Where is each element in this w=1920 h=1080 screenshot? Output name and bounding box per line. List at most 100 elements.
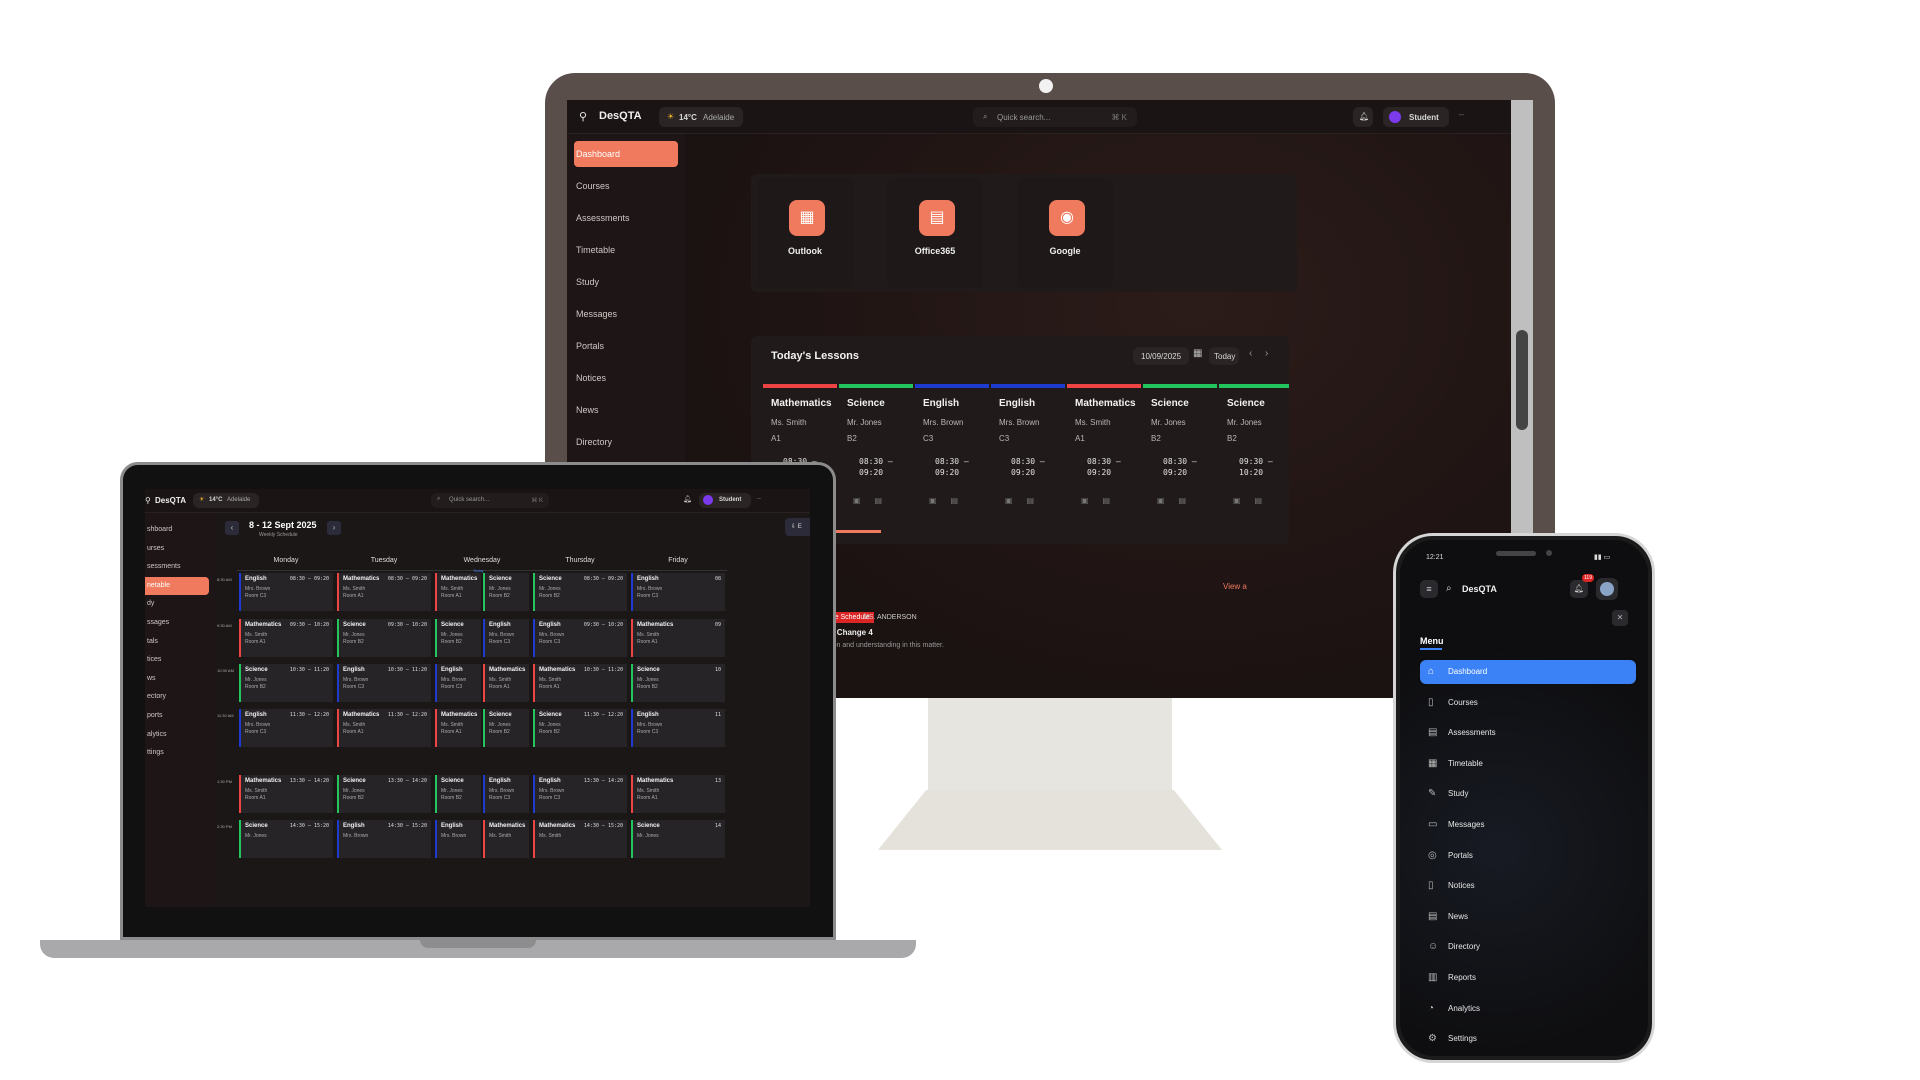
export-button[interactable]: ⇩ E [785,518,810,536]
menu-item-settings[interactable]: ⚙ Settings [1420,1027,1636,1051]
timetable-event[interactable]: Science Mr. Jones Room B2 13:30 – 14:20 [337,775,431,813]
timetable-event[interactable]: Science Mr. Jones Room B2 [435,619,481,657]
search-icon[interactable]: ⌕ [1446,583,1452,594]
menu-item-study[interactable]: ✎ Study [1420,782,1636,806]
weather-widget[interactable]: ☀ 14°C Adelaide [193,493,259,508]
timetable-event[interactable]: Science Mr. Jones 14 [631,820,725,858]
lesson-actions[interactable]: ▣▤ [1005,496,1048,505]
timetable-event[interactable]: English Mrs. Brown Room C3 10:30 – 11:20 [337,664,431,702]
timetable-event[interactable]: Mathematics Ms. Smith Room A1 [435,573,481,611]
user-menu[interactable]: Student [1383,107,1449,127]
menu-item-portals[interactable]: ◎ Portals [1420,844,1636,868]
timetable-event[interactable]: Mathematics Ms. Smith Room A1 10:30 – 11:20 [533,664,627,702]
menu-item-dashboard[interactable]: ⌂ Dashboard [1420,660,1636,684]
menu-item-courses[interactable]: ▯ Courses [1420,691,1636,715]
menu-item-timetable[interactable]: ▦ Timetable [1420,752,1636,776]
minimize-icon[interactable]: – [1459,109,1464,119]
lesson-actions[interactable]: ▣▤ [853,496,896,505]
menu-item-analytics[interactable]: ◔ Analytics [1420,997,1636,1021]
menu-item-directory[interactable]: ☺ Directory [1420,935,1636,959]
timetable-event[interactable]: Science Mr. Jones Room B2 11:30 – 12:20 [533,709,627,747]
app-tile-outlook[interactable]: ▦ Outlook [757,178,853,288]
menu-item-reports[interactable]: ▥ Reports [1420,966,1636,990]
sidebar-item-dashboard[interactable]: Dashboard [574,141,678,167]
sidebar-item-portals[interactable]: Portals [574,333,678,359]
lesson-card[interactable]: English Mrs. Brown C3 08:30 – 09:20 ▣▤ [991,384,1065,514]
view-all-link[interactable]: View a [1223,582,1247,591]
timetable-event[interactable]: English Mrs. Brown [435,820,481,858]
notifications-button[interactable]: 🔔︎ [1353,107,1373,127]
search-input[interactable]: ⌕ Quick search... ⌘ K [431,493,549,508]
next-week-button[interactable]: › [327,521,341,535]
timetable-event[interactable]: Mathematics Ms. Smith Room A1 [483,664,529,702]
lesson-card[interactable]: Science Mr. Jones B2 09:30 – 10:20 ▣▤ [1219,384,1289,514]
timetable-event[interactable]: Science Mr. Jones Room B2 09:30 – 10:20 [337,619,431,657]
timetable-event[interactable]: Science Mr. Jones Room B2 [483,709,529,747]
timetable-event[interactable]: English Mrs. Brown Room C3 09:30 – 10:20 [533,619,627,657]
timetable-event[interactable]: Science Mr. Jones Room B2 08:30 – 09:20 [533,573,627,611]
timetable-event[interactable]: English Mrs. Brown Room C3 11 [631,709,725,747]
sidebar-item-assessments[interactable]: Assessments [574,205,678,231]
timetable-event[interactable]: English Mrs. Brown Room C3 13:30 – 14:20 [533,775,627,813]
date-picker[interactable]: 10/09/2025 [1133,347,1189,365]
bell-icon[interactable]: 🔔︎ [683,495,692,503]
timetable-event[interactable]: Mathematics Ms. Smith [483,820,529,858]
app-tile-google[interactable]: ◉ Google [1017,178,1113,288]
timetable-event[interactable]: Science Mr. Jones 14:30 – 15:20 [239,820,333,858]
timetable-event[interactable]: Science Mr. Jones Room B2 10:30 – 11:20 [239,664,333,702]
sidebar-item-timetable[interactable]: Timetable [574,237,678,263]
today-button[interactable]: Today [1209,347,1239,365]
timetable-event[interactable]: English Mrs. Brown 14:30 – 15:20 [337,820,431,858]
scrollbar-thumb[interactable] [1516,330,1528,430]
timetable-event[interactable]: English Mrs. Brown Room C3 [483,619,529,657]
close-icon[interactable]: ✕ [1612,610,1628,626]
sidebar-item-12[interactable]: ttings [145,744,209,762]
timetable-event[interactable]: Mathematics Ms. Smith Room A1 [435,709,481,747]
sidebar-item-7[interactable]: tices [145,651,209,669]
app-tile-office365[interactable]: ▤ Office365 [887,178,983,288]
sidebar-item-1[interactable]: urses [145,540,209,558]
chevron-left-icon[interactable]: ‹ [1249,348,1252,359]
lesson-actions[interactable]: ▣▤ [929,496,972,505]
timetable-event[interactable]: Science Mr. Jones Room B2 10 [631,664,725,702]
sidebar-item-messages[interactable]: Messages [574,301,678,327]
minimize-icon[interactable]: – [757,495,761,502]
prev-week-button[interactable]: ‹ [225,521,239,535]
weather-widget[interactable]: ☀ 14°C Adelaide [659,107,743,127]
timetable-event[interactable]: Mathematics Ms. Smith Room A1 11:30 – 12:20 [337,709,431,747]
menu-item-news[interactable]: ▤ News [1420,905,1636,929]
chevron-right-icon[interactable]: › [1265,348,1268,359]
lesson-actions[interactable]: ▣▤ [1081,496,1124,505]
sidebar-item-6[interactable]: tals [145,633,209,651]
sidebar-item-study[interactable]: Study [574,269,678,295]
sidebar-item-0[interactable]: shboard [145,521,209,539]
menu-item-messages[interactable]: ▭ Messages [1420,813,1636,837]
timetable-event[interactable]: Science Mr. Jones Room B2 [483,573,529,611]
sidebar-item-10[interactable]: ports [145,707,209,725]
sidebar-item-4[interactable]: dy [145,595,209,613]
menu-item-assessments[interactable]: ▤ Assessments [1420,721,1636,745]
sidebar-item-2[interactable]: sessments [145,558,209,576]
search-input[interactable]: ⌕ Quick search... ⌘ K [973,107,1137,127]
timetable-event[interactable]: Mathematics Ms. Smith Room A1 09:30 – 10:20 [239,619,333,657]
menu-item-notices[interactable]: ▯ Notices [1420,874,1636,898]
timetable-event[interactable]: English Mrs. Brown Room C3 11:30 – 12:20 [239,709,333,747]
timetable-event[interactable]: Mathematics Ms. Smith Room A1 09 [631,619,725,657]
notice-preview[interactable]: eacher Conference Schedule MS. ANDERSON … [775,612,1315,662]
sidebar-item-courses[interactable]: Courses [574,173,678,199]
calendar-icon[interactable]: ▦ [1193,348,1202,359]
lesson-actions[interactable]: ▣▤ [1233,496,1276,505]
sidebar-item-directory[interactable]: Directory [574,429,678,455]
timetable-event[interactable]: Science Mr. Jones Room B2 [435,775,481,813]
sidebar-item-8[interactable]: ws [145,670,209,688]
sidebar-item-notices[interactable]: Notices [574,365,678,391]
sidebar-item-news[interactable]: News [574,397,678,423]
timetable-event[interactable]: Mathematics Ms. Smith Room A1 08:30 – 09:20 [337,573,431,611]
timetable-event[interactable]: Mathematics Ms. Smith Room A1 13:30 – 14:20 [239,775,333,813]
timetable-event[interactable]: English Mrs. Brown Room C3 [483,775,529,813]
timetable-event[interactable]: Mathematics Ms. Smith 14:30 – 15:20 [533,820,627,858]
timetable-event[interactable]: English Mrs. Brown Room C3 08:30 – 09:20 [239,573,333,611]
timetable-event[interactable]: English Mrs. Brown Room C3 [435,664,481,702]
bell-icon[interactable]: 🔔︎ [1570,580,1588,598]
timetable-event[interactable]: Mathematics Ms. Smith Room A1 13 [631,775,725,813]
